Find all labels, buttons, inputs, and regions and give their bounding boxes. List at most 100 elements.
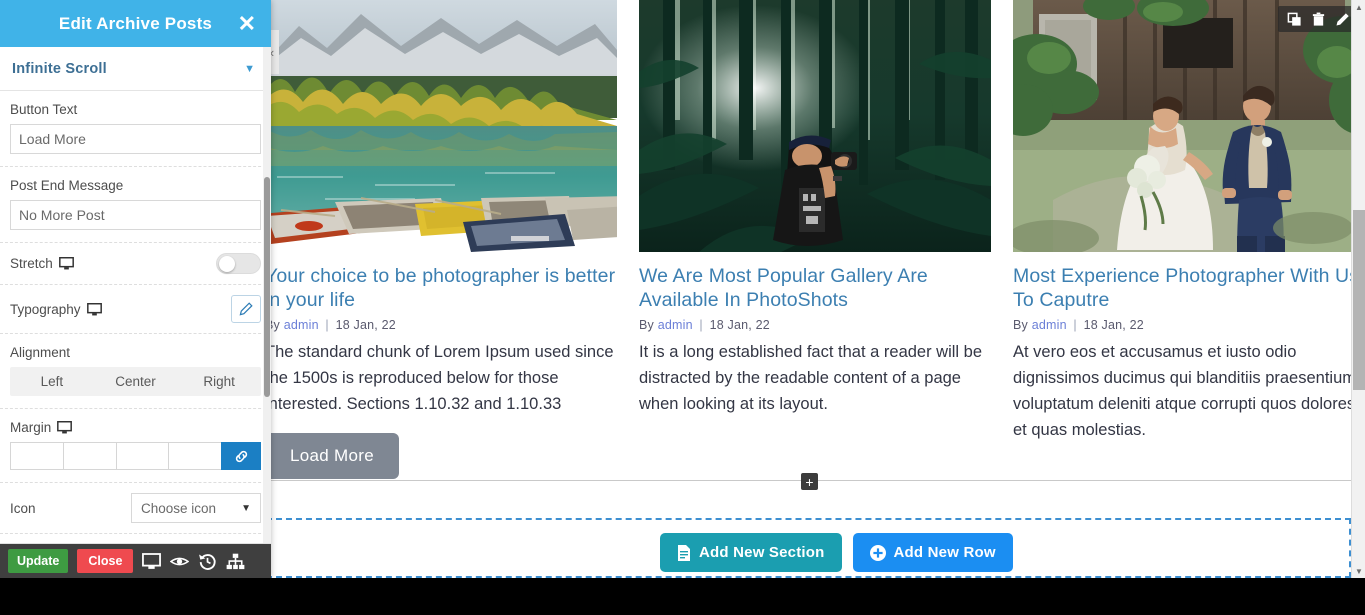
field-button-text: Button Text bbox=[0, 91, 271, 167]
margin-link-toggle[interactable] bbox=[221, 442, 261, 470]
pencil-icon[interactable] bbox=[1335, 12, 1350, 27]
viewport-bottom-strip bbox=[0, 578, 1365, 615]
add-new-section-label: Add New Section bbox=[699, 544, 825, 561]
post-by-label: By bbox=[639, 318, 654, 332]
module-selector-label: Infinite Scroll bbox=[12, 60, 107, 77]
panel-title: Edit Archive Posts bbox=[58, 13, 213, 33]
post-end-message-input[interactable] bbox=[10, 200, 261, 230]
load-more-button[interactable]: Load More bbox=[265, 433, 399, 479]
desktop-icon[interactable] bbox=[86, 302, 102, 316]
post-thumbnail[interactable] bbox=[639, 0, 991, 252]
post-date: 18 Jan, 22 bbox=[709, 318, 770, 332]
update-button[interactable]: Update bbox=[8, 549, 69, 573]
icon-label: Icon bbox=[10, 500, 36, 516]
button-text-label: Button Text bbox=[10, 102, 78, 117]
icon-select-value: Choose icon bbox=[141, 500, 217, 516]
stretch-toggle[interactable] bbox=[216, 253, 261, 274]
alignment-option-right[interactable]: Right bbox=[177, 367, 261, 396]
pencil-icon bbox=[239, 302, 253, 316]
module-selector[interactable]: Infinite Scroll ▼ bbox=[0, 47, 271, 91]
post-card[interactable]: We Are Most Popular Gallery Are Availabl… bbox=[639, 0, 991, 488]
chevron-down-icon: ▼ bbox=[241, 502, 251, 514]
desktop-icon[interactable] bbox=[57, 421, 73, 434]
post-meta-separator: | bbox=[699, 318, 703, 332]
post-author-link[interactable]: admin bbox=[1032, 318, 1067, 332]
stretch-label-group: Stretch bbox=[10, 256, 74, 271]
chevron-down-icon[interactable]: ▼ bbox=[244, 63, 255, 75]
margin-label: Margin bbox=[10, 420, 52, 435]
add-new-row-label: Add New Row bbox=[893, 544, 996, 561]
margin-inputs bbox=[10, 442, 261, 470]
field-stretch: Stretch bbox=[0, 243, 271, 285]
archive-posts-row: ‹ Your choice to be photographer is bett… bbox=[265, 0, 1351, 488]
document-icon bbox=[678, 544, 690, 561]
margin-right-input[interactable] bbox=[62, 442, 116, 470]
post-thumbnail[interactable] bbox=[1013, 0, 1351, 252]
margin-top-input[interactable] bbox=[10, 442, 63, 470]
post-card[interactable]: ‹ Your choice to be photographer is bett… bbox=[265, 0, 617, 488]
post-end-message-label: Post End Message bbox=[10, 178, 124, 193]
margin-bottom-input[interactable] bbox=[115, 442, 169, 470]
post-excerpt: At vero eos et accusamus et iusto odio d… bbox=[1013, 343, 1351, 439]
post-card[interactable]: Most Experience Photographer With Us To … bbox=[1013, 0, 1351, 488]
sitemap-structure-icon[interactable] bbox=[226, 552, 245, 571]
alignment-option-center[interactable]: Center bbox=[94, 367, 178, 396]
link-icon bbox=[235, 450, 247, 462]
post-title[interactable]: We Are Most Popular Gallery Are Availabl… bbox=[639, 264, 991, 312]
post-excerpt: It is a long established fact that a rea… bbox=[639, 343, 983, 413]
post-meta: By admin | 18 Jan, 22 bbox=[265, 318, 617, 332]
add-new-section-button[interactable]: Add New Section bbox=[660, 533, 842, 572]
margin-left-input[interactable] bbox=[168, 442, 221, 470]
eye-preview-icon[interactable] bbox=[170, 552, 190, 571]
post-date: 18 Jan, 22 bbox=[1083, 318, 1144, 332]
scroll-up-arrow[interactable]: ▲ bbox=[1352, 0, 1365, 14]
post-author-link[interactable]: admin bbox=[658, 318, 693, 332]
scroll-down-arrow[interactable]: ▼ bbox=[1352, 564, 1365, 578]
desktop-responsive-icon[interactable] bbox=[142, 552, 162, 571]
typography-edit-button[interactable] bbox=[231, 295, 261, 323]
post-date: 18 Jan, 22 bbox=[335, 318, 396, 332]
close-icon[interactable]: ✕ bbox=[238, 12, 256, 35]
history-revisions-icon[interactable] bbox=[198, 552, 217, 571]
edit-archive-posts-panel: Edit Archive Posts ✕ Infinite Scroll ▼ B… bbox=[0, 0, 271, 578]
field-icon: Icon Choose icon ▼ bbox=[0, 483, 271, 534]
plus-circle-icon bbox=[869, 544, 886, 561]
lake-with-rowboats-and-mountains-image bbox=[265, 0, 617, 252]
desktop-icon[interactable] bbox=[58, 257, 74, 270]
duplicate-icon[interactable] bbox=[1287, 12, 1302, 27]
trash-icon[interactable] bbox=[1311, 12, 1326, 27]
close-button[interactable]: Close bbox=[77, 549, 134, 573]
post-title[interactable]: Your choice to be photographer is better… bbox=[265, 264, 617, 312]
page-scrollbar-thumb[interactable] bbox=[1353, 210, 1365, 390]
field-post-end-message: Post End Message bbox=[0, 167, 271, 243]
typography-label-group: Typography bbox=[10, 302, 102, 317]
typography-label: Typography bbox=[10, 301, 81, 317]
post-author-link[interactable]: admin bbox=[284, 318, 319, 332]
alignment-options: Left Center Right bbox=[10, 367, 261, 396]
app-root: ‹ Your choice to be photographer is bett… bbox=[0, 0, 1365, 615]
stretch-label: Stretch bbox=[10, 256, 53, 271]
post-thumbnail[interactable]: ‹ bbox=[265, 0, 617, 252]
add-buttons-group: Add New Section Add New Row bbox=[660, 533, 1013, 572]
post-meta: By admin | 18 Jan, 22 bbox=[639, 318, 991, 332]
post-title[interactable]: Most Experience Photographer With Us To … bbox=[1013, 264, 1351, 312]
button-text-input[interactable] bbox=[10, 124, 261, 154]
page-vertical-scrollbar[interactable]: ▲ ▼ bbox=[1351, 0, 1365, 578]
post-by-label: By bbox=[1013, 318, 1028, 332]
panel-body: Infinite Scroll ▼ Button Text Post End M… bbox=[0, 47, 271, 544]
element-actions-toolbar[interactable] bbox=[1278, 6, 1351, 32]
post-meta: By admin | 18 Jan, 22 bbox=[1013, 318, 1351, 332]
add-element-plus-button[interactable]: + bbox=[801, 473, 818, 490]
panel-footer: Update Close bbox=[0, 544, 271, 578]
panel-scrollbar[interactable] bbox=[263, 47, 271, 543]
icon-select[interactable]: Choose icon ▼ bbox=[131, 493, 261, 523]
post-meta-separator: | bbox=[325, 318, 329, 332]
field-typography: Typography bbox=[0, 285, 271, 334]
field-margin: Margin bbox=[0, 409, 271, 483]
field-alignment: Alignment Left Center Right bbox=[0, 334, 271, 409]
photographer-in-green-forest-image bbox=[639, 0, 991, 252]
post-meta-separator: | bbox=[1073, 318, 1077, 332]
add-new-row-button[interactable]: Add New Row bbox=[852, 533, 1013, 572]
alignment-option-left[interactable]: Left bbox=[10, 367, 94, 396]
panel-scrollbar-thumb[interactable] bbox=[264, 177, 270, 397]
